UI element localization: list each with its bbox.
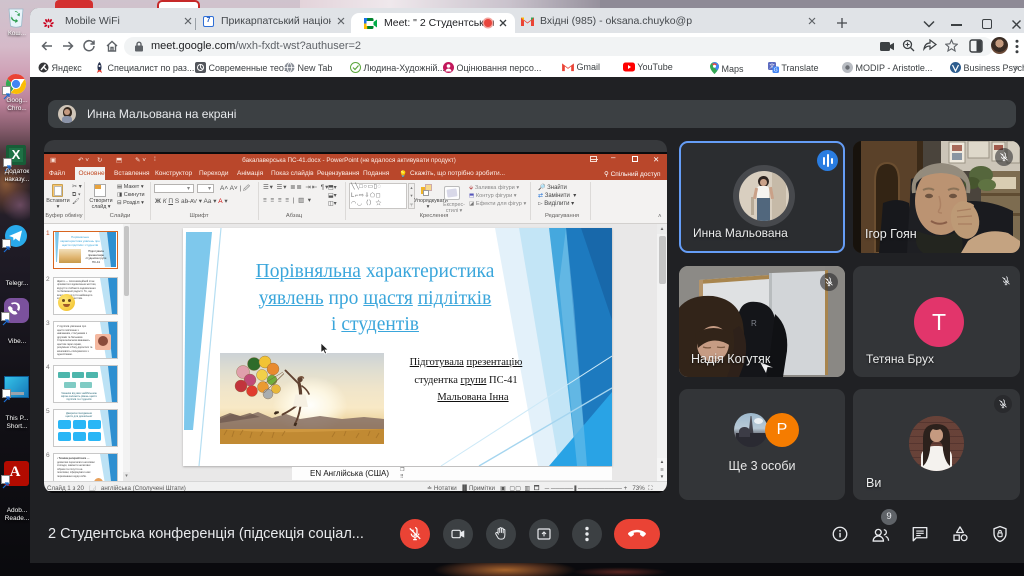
svg-text:G: G [774,67,778,72]
svg-text:R: R [751,319,757,328]
